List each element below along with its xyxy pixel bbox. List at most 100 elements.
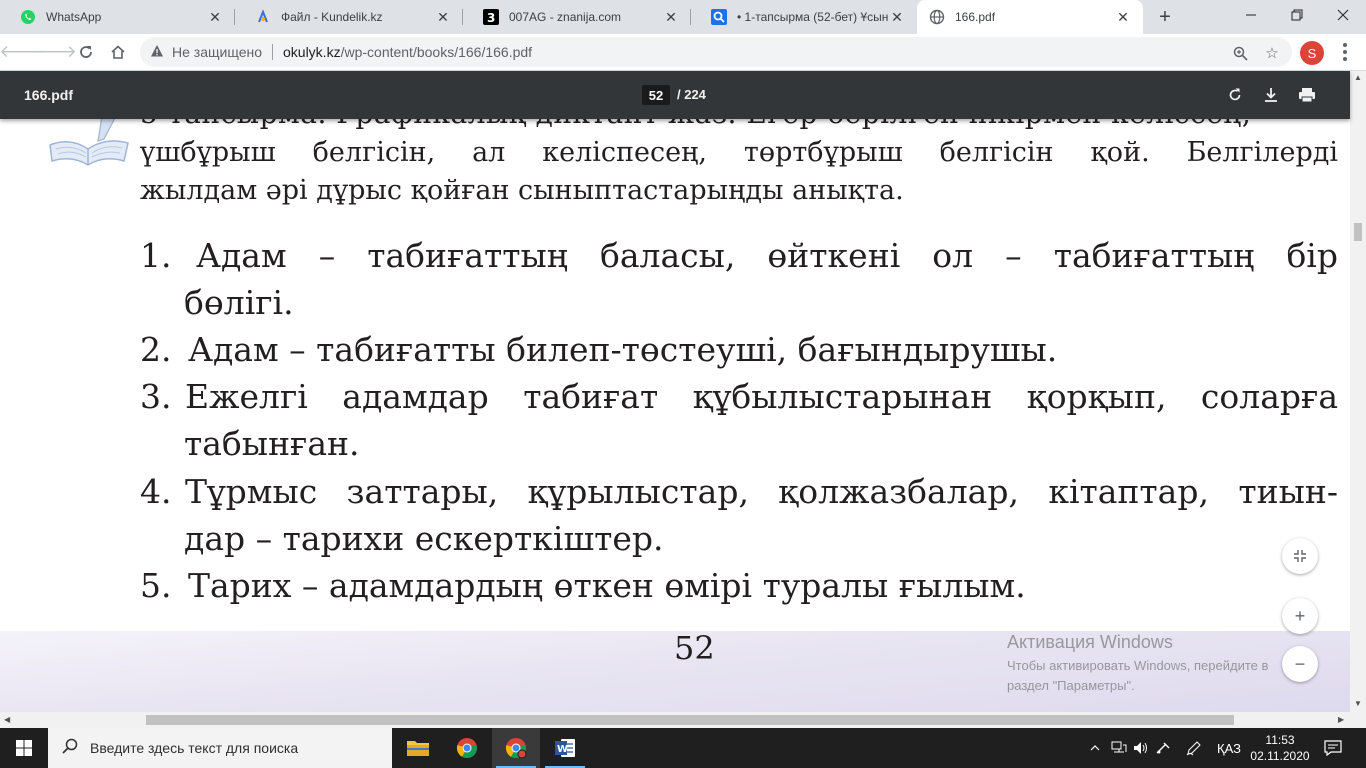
tab-title: 166.pdf — [955, 10, 996, 24]
pen-workspace-icon[interactable] — [1182, 728, 1206, 768]
clock-date: 02.11.2020 — [1250, 749, 1310, 763]
pdf-toolbar: 166.pdf 52 / 224 — [0, 71, 1350, 119]
globe-icon — [929, 9, 945, 25]
minimize-button[interactable] — [1228, 0, 1274, 30]
vertical-scroll-thumb[interactable] — [1354, 223, 1362, 241]
warning-icon[interactable] — [150, 44, 164, 61]
browser-menu-icon[interactable] — [1333, 40, 1357, 64]
profile-avatar[interactable]: S — [1300, 41, 1324, 65]
home-button[interactable] — [106, 40, 130, 64]
list-text-continuation: дар – тарихи ескерткіштер. — [184, 519, 664, 558]
chrome-button[interactable] — [443, 728, 491, 768]
list-number: 1. — [140, 236, 172, 275]
list-text: Тарих – адамдардың өткен өмірі туралы ғы… — [188, 566, 1026, 605]
show-hidden-icons-button[interactable] — [1086, 728, 1104, 768]
open-book-icon — [49, 111, 129, 166]
chrome-active-window-button[interactable] — [492, 728, 540, 768]
horizontal-scrollbar[interactable]: ◀ ▶ — [0, 712, 1366, 728]
pdf-viewer[interactable]: 5-тапсырма. Графикалық диктант жаз. Егер… — [0, 71, 1350, 712]
sound-icon[interactable] — [1152, 728, 1174, 768]
clock-time: 11:53 — [1265, 733, 1295, 747]
close-window-button[interactable] — [1320, 0, 1366, 30]
address-divider — [272, 44, 273, 60]
tab-title: WhatsApp — [46, 10, 102, 24]
pdf-filename: 166.pdf — [24, 87, 74, 103]
list-text-continuation: табынған. — [184, 424, 360, 463]
whatsapp-icon — [20, 9, 36, 25]
print-icon[interactable] — [1295, 83, 1319, 107]
svg-text:3: 3 — [487, 11, 495, 25]
close-tab-icon[interactable]: ✕ — [663, 9, 679, 25]
tab-title: Файл - Kundelik.kz — [281, 10, 383, 24]
file-explorer-button[interactable] — [394, 728, 442, 768]
tab-166-pdf[interactable]: 166.pdf ✕ — [917, 0, 1143, 34]
task-line: жылдам әрі дұрыс қойған сыныптастарыңды … — [140, 175, 904, 206]
tab-title: 007AG - znanija.com — [509, 10, 622, 24]
list-item: 1. Адам – табиғаттың баласы, өйткені ол … — [140, 236, 1338, 275]
tab-search-result[interactable]: • 1-тапсырма (52-бет) Ұсыны ✕ — [691, 0, 917, 34]
list-number: 3. — [140, 377, 172, 416]
chrome-icon — [456, 738, 477, 759]
language-indicator[interactable]: ҚАЗ — [1212, 728, 1246, 768]
list-number: 4. — [140, 472, 172, 511]
download-icon[interactable] — [1259, 83, 1283, 107]
address-bar[interactable]: Не защищено okulyk.kz /wp-content/books/… — [140, 37, 1292, 67]
windows-logo-icon — [16, 740, 32, 756]
notifications-icon[interactable] — [1318, 728, 1348, 768]
close-tab-icon[interactable]: ✕ — [889, 9, 905, 25]
list-item: 4. Тұрмыс заттары, құрылыстар, қолжазбал… — [140, 472, 1338, 511]
activation-line: раздел "Параметры". — [1007, 678, 1135, 693]
zoom-icon[interactable] — [1230, 43, 1250, 63]
activation-title: Активация Windows — [1007, 632, 1173, 652]
list-item: 2. Адам – табиғатты билеп-төстеуші, бағы… — [140, 330, 1338, 369]
new-tab-button[interactable]: + — [1153, 5, 1177, 29]
volume-icon[interactable] — [1130, 728, 1152, 768]
list-text: Ежелгі адамдар табиғат құбылыстарынан қо… — [185, 377, 1338, 416]
kundelik-icon — [255, 9, 271, 25]
url-host: okulyk.kz — [283, 44, 341, 60]
reload-button[interactable] — [74, 40, 98, 64]
rotate-icon[interactable] — [1223, 83, 1247, 107]
list-text: Адам – табиғаттың баласы, өйткені ол – т… — [196, 236, 1338, 275]
scroll-down-icon[interactable]: ▼ — [1354, 699, 1362, 708]
close-tab-icon[interactable]: ✕ — [1115, 9, 1131, 25]
clock[interactable]: 11:53 02.11.2020 — [1250, 732, 1310, 764]
forward-button[interactable]: 🡒 — [31, 40, 77, 64]
pdf-page: 5-тапсырма. Графикалық диктант жаз. Егер… — [0, 71, 1350, 712]
start-button[interactable] — [0, 728, 48, 768]
page-total: / 224 — [677, 87, 706, 102]
taskbar-search-box[interactable]: Введите здесь текст для поиска — [48, 728, 392, 768]
browser-toolbar: 🡐 🡒 Не защищено okulyk.kz /wp-content/bo… — [0, 34, 1366, 71]
scroll-up-icon[interactable]: ▲ — [1354, 73, 1362, 82]
page-number-input[interactable]: 52 — [642, 85, 670, 105]
word-icon: W — [555, 739, 575, 757]
network-icon[interactable] — [1108, 728, 1130, 768]
restore-button[interactable] — [1274, 0, 1320, 30]
search-icon — [62, 738, 78, 759]
task-line: үшбұрыш белгісін, ал келіспесең, төртбұр… — [140, 137, 1338, 168]
close-tab-icon[interactable]: ✕ — [435, 9, 451, 25]
search-placeholder: Введите здесь текст для поиска — [90, 740, 299, 756]
close-tab-icon[interactable]: ✕ — [207, 9, 223, 25]
security-label[interactable]: Не защищено — [172, 44, 262, 60]
tab-znanija[interactable]: 3 007AG - znanija.com ✕ — [463, 0, 691, 34]
list-text: Тұрмыс заттары, құрылыстар, қолжазбалар,… — [185, 472, 1338, 511]
scroll-right-icon[interactable]: ▶ — [1338, 715, 1344, 724]
page-number: 52 — [674, 629, 715, 667]
horizontal-scroll-thumb[interactable] — [146, 715, 1234, 725]
scroll-left-icon[interactable]: ◀ — [4, 715, 10, 724]
chrome-profile-icon — [505, 738, 527, 759]
tab-kundelik[interactable]: Файл - Kundelik.kz ✕ — [235, 0, 463, 34]
url-path: /wp-content/books/166/166.pdf — [340, 44, 533, 60]
list-item: 3. Ежелгі адамдар табиғат құбылыстарынан… — [140, 377, 1338, 416]
fit-to-page-button[interactable] — [1282, 538, 1318, 574]
tab-title: • 1-тапсырма (52-бет) Ұсыны — [737, 10, 889, 24]
list-item: 5. Тарих – адамдардың өткен өмірі туралы… — [140, 566, 1338, 605]
vertical-scrollbar[interactable]: ▲ ▼ — [1350, 71, 1366, 712]
znanija-icon: 3 — [483, 9, 499, 25]
bookmark-star-icon[interactable]: ☆ — [1262, 43, 1282, 63]
list-text-continuation: бөлігі. — [184, 283, 294, 322]
tab-whatsapp[interactable]: WhatsApp ✕ — [0, 0, 235, 34]
zoom-in-button[interactable]: + — [1282, 598, 1318, 634]
word-button[interactable]: W — [541, 728, 589, 768]
